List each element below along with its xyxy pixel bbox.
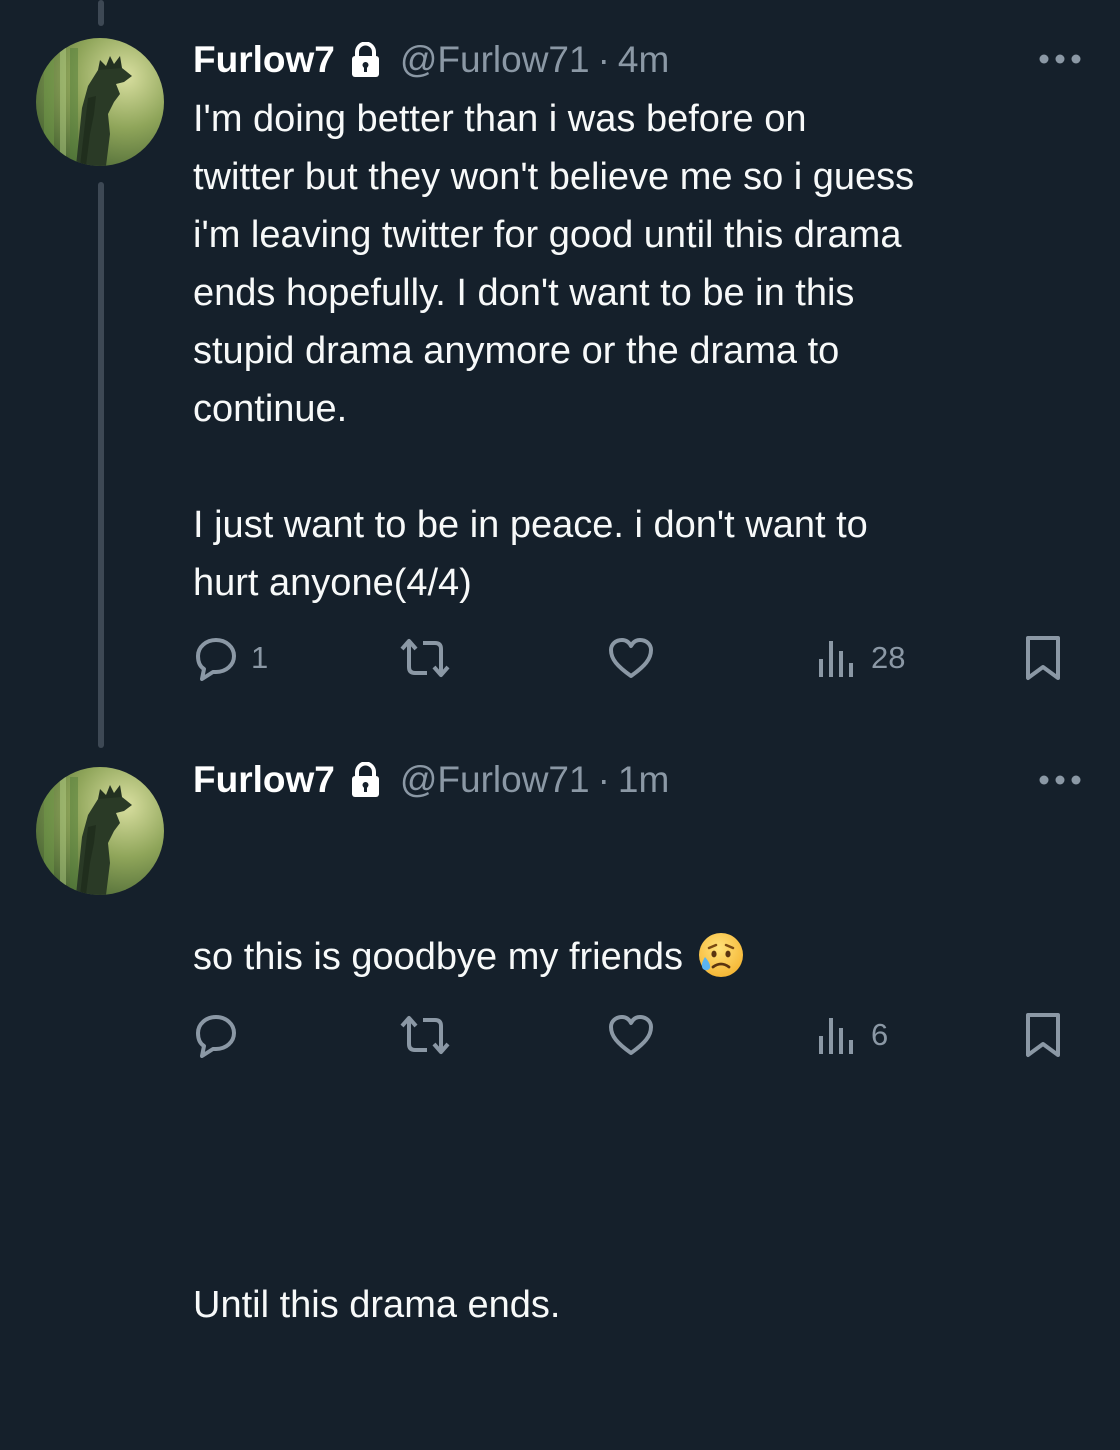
bookmark-button[interactable] (1023, 633, 1063, 683)
views-icon (819, 641, 853, 677)
avatar[interactable] (36, 38, 164, 166)
action-bar: 6 (193, 1010, 1071, 1060)
more-icon[interactable] (1036, 49, 1084, 69)
avatar[interactable] (36, 767, 164, 895)
reply-icon (196, 1015, 236, 1058)
like-icon (609, 1015, 653, 1055)
reply-button[interactable]: 1 (193, 633, 268, 683)
reply-count: 1 (251, 640, 269, 675)
sad-relieved-face-icon (699, 933, 744, 977)
views-button[interactable]: 6 (815, 1010, 888, 1060)
thread-line (98, 182, 104, 748)
tweet-header: Furlow7 @Furlow71 · 4m (193, 35, 669, 85)
bookmark-button[interactable] (1023, 1010, 1063, 1060)
view-count: 6 (871, 1017, 889, 1052)
retweet-icon (400, 639, 450, 677)
retweet-button[interactable] (398, 633, 464, 683)
separator-dot: · (597, 39, 610, 80)
thread-line-top (98, 0, 104, 26)
retweet-icon (400, 1016, 450, 1054)
timestamp[interactable]: 1m (618, 759, 669, 801)
views-button[interactable]: 28 (815, 633, 905, 683)
more-icon[interactable] (1036, 770, 1084, 790)
lock-icon (351, 762, 379, 797)
like-button[interactable] (607, 633, 667, 683)
tweet-text: I'm doing better than i was before on tw… (193, 98, 915, 604)
handle[interactable]: @Furlow71 (400, 759, 590, 801)
handle[interactable]: @Furlow71 (400, 39, 590, 81)
reply-icon (196, 638, 236, 681)
tweet-text: so this is goodbye my friends Until this… (193, 812, 1073, 1450)
reply-button[interactable] (193, 1010, 251, 1060)
like-icon (609, 638, 653, 678)
display-name[interactable]: Furlow7 (193, 39, 335, 81)
view-count: 28 (871, 640, 906, 675)
lock-icon (351, 42, 379, 77)
tweet-text-line: so this is goodbye my friends (193, 936, 684, 978)
like-button[interactable] (607, 1010, 667, 1060)
action-bar: 1 28 (193, 633, 1071, 683)
views-icon (819, 1018, 853, 1054)
tweet-text-line: Until this drama ends. (193, 1284, 561, 1326)
separator-dot: · (597, 759, 610, 800)
tweet-header: Furlow7 @Furlow71 · 1m (193, 755, 669, 805)
bookmark-icon (1026, 636, 1060, 680)
bookmark-icon (1026, 1013, 1060, 1057)
retweet-button[interactable] (398, 1010, 464, 1060)
timestamp[interactable]: 4m (618, 39, 669, 81)
display-name[interactable]: Furlow7 (193, 759, 335, 801)
